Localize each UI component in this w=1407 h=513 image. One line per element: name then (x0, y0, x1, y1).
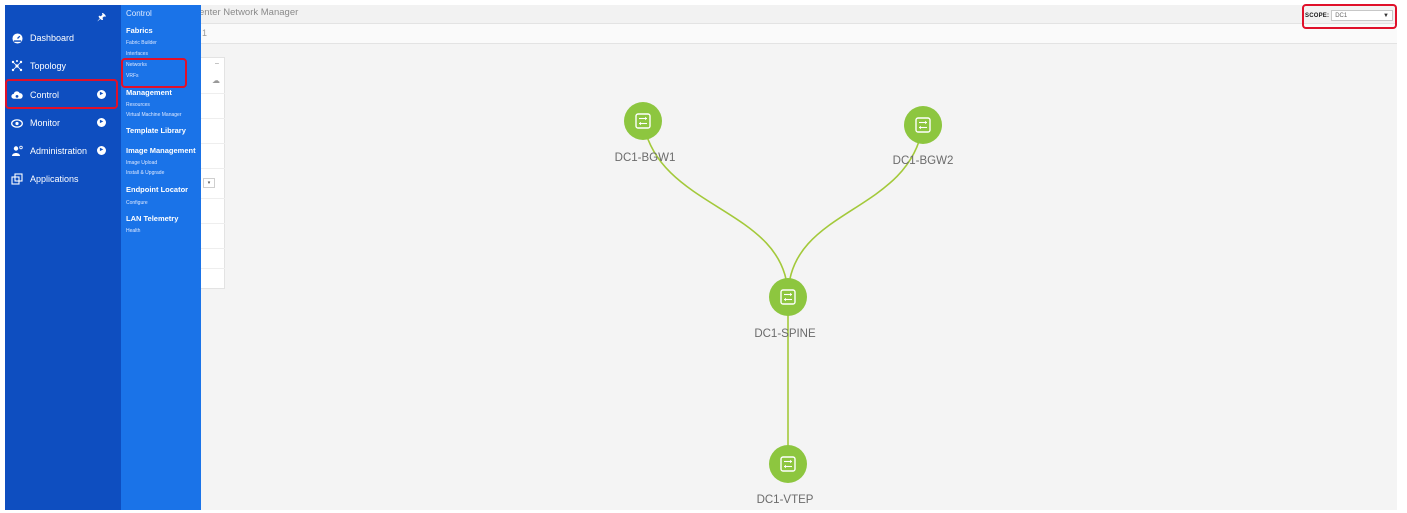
node-label: DC1-BGW1 (615, 152, 676, 164)
app-title: enter Network Manager (199, 7, 299, 18)
cloud-icon[interactable]: ☁ (212, 76, 220, 85)
divider (201, 118, 225, 119)
sidebar-item-control[interactable]: Control ▸ (5, 84, 121, 106)
node-circle[interactable] (769, 278, 807, 316)
scope-dropdown[interactable]: DC1 ▼ (1331, 10, 1393, 21)
submenu-heading-image-management: Image Management (126, 146, 196, 155)
divider (201, 198, 225, 199)
sidebar-item-administration[interactable]: Administration ▸ (5, 140, 121, 162)
submenu-heading-endpoint-locator: Endpoint Locator (126, 185, 189, 194)
panel-dropdown[interactable]: ▾ (203, 178, 215, 188)
pin-icon[interactable]: 🖈 (97, 10, 106, 27)
caret-down-icon: ▼ (1383, 12, 1389, 19)
breadcrumb-bar: 1 (5, 24, 1397, 58)
sidebar-item-dashboard[interactable]: Dashboard (5, 27, 121, 49)
side-panel: – ☁ ▾ (201, 57, 225, 289)
submenu-link-health[interactable]: Health (126, 228, 140, 234)
sidebar-item-applications[interactable]: Applications (5, 168, 121, 190)
sidebar-item-label: Administration (30, 146, 88, 156)
submenu-link-resources[interactable]: Resources (126, 102, 150, 108)
node-label: DC1-SPINE (754, 328, 816, 340)
divider (201, 143, 225, 144)
breadcrumb: 1 (202, 28, 208, 38)
topology-canvas[interactable]: DC1-BGW1 DC1-BGW2 DC1-SPINE DC1-VTEP (225, 44, 1397, 510)
submenu-link-fabric-builder[interactable]: Fabric Builder (126, 40, 157, 46)
cloud-icon (11, 89, 23, 101)
eye-icon (11, 117, 23, 129)
chevron-right-icon: ▸ (97, 118, 106, 127)
divider (201, 168, 225, 169)
divider (201, 223, 225, 224)
scope-value: DC1 (1335, 12, 1348, 19)
scope-selector[interactable]: SCOPE: DC1 ▼ (1305, 9, 1393, 22)
sidebar-item-monitor[interactable]: Monitor ▸ (5, 112, 121, 134)
topology-node[interactable]: DC1-BGW2 (893, 106, 954, 167)
submenu-heading-fabrics: Fabrics (126, 26, 153, 35)
topology-link[interactable] (787, 124, 924, 298)
submenu-title: Control (126, 9, 152, 18)
chevron-right-icon: ▸ (97, 90, 106, 99)
topology-icon (11, 60, 23, 72)
divider (201, 248, 225, 249)
submenu-link-vrfs[interactable]: VRFs (126, 73, 139, 79)
submenu-link-interfaces[interactable]: Interfaces (126, 51, 148, 57)
topology-node[interactable]: DC1-SPINE (754, 278, 816, 340)
divider (201, 268, 225, 269)
admin-user-icon (11, 145, 23, 157)
topology-node[interactable]: DC1-BGW1 (615, 102, 676, 164)
submenu-heading-lan-telemetry: LAN Telemetry (126, 214, 179, 223)
node-label: DC1-BGW2 (893, 155, 954, 167)
sidebar-item-label: Control (30, 90, 60, 100)
app-window: enter Network Manager SCOPE: DC1 ▼ 1 – ☁… (5, 5, 1397, 510)
applications-icon (11, 173, 23, 185)
chevron-right-icon: ▸ (97, 146, 106, 155)
submenu-link-image-upload[interactable]: Image Upload (126, 160, 157, 166)
node-label: DC1-VTEP (757, 494, 814, 506)
sidebar-item-label: Dashboard (30, 33, 75, 43)
sidebar-item-label: Topology (30, 61, 67, 71)
minimize-icon[interactable]: – (215, 60, 219, 67)
topology-graph[interactable]: DC1-BGW1 DC1-BGW2 DC1-SPINE DC1-VTEP (225, 44, 1397, 510)
submenu-link-virtual-machine-manager[interactable]: Virtual Machine Manager (126, 112, 182, 118)
submenu-link-configure[interactable]: Configure (126, 200, 148, 206)
submenu-heading-management: Management (126, 88, 172, 97)
submenu-link-networks[interactable]: Networks (126, 62, 147, 68)
submenu-link-install-upgrade[interactable]: Install & Upgrade (126, 170, 164, 176)
node-circle[interactable] (769, 445, 807, 483)
sidebar: 🖈 Dashboard Topology Control ▸ Monitor ▸… (5, 5, 121, 510)
node-circle[interactable] (624, 102, 662, 140)
submenu-heading-template-library[interactable]: Template Library (126, 126, 186, 135)
topology-link[interactable] (642, 120, 789, 298)
node-circle[interactable] (904, 106, 942, 144)
topology-node[interactable]: DC1-VTEP (757, 445, 814, 506)
scope-label: SCOPE: (1305, 12, 1330, 19)
divider (201, 93, 225, 94)
control-submenu: Control Fabrics Fabric Builder Interface… (121, 5, 201, 510)
sidebar-item-label: Applications (30, 174, 79, 184)
sidebar-item-label: Monitor (30, 118, 61, 128)
top-bar: enter Network Manager SCOPE: DC1 ▼ (5, 5, 1397, 24)
sidebar-item-topology[interactable]: Topology (5, 55, 121, 77)
dashboard-icon (11, 32, 23, 44)
